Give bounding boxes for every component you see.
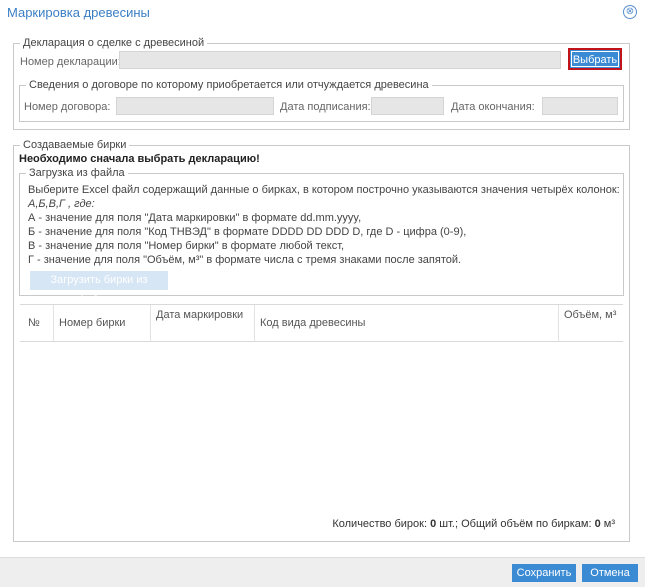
column-header-tag-number[interactable]: Номер бирки xyxy=(54,305,151,341)
tag-count-label: Количество бирок: xyxy=(332,518,428,530)
select-declaration-label: Выбрать xyxy=(571,51,619,67)
tag-count-unit: шт.; xyxy=(439,518,459,530)
declaration-number-label: Номер декларации: xyxy=(20,56,121,68)
select-declaration-warning: Необходимо сначала выбрать декларацию! xyxy=(19,153,260,165)
upload-instruction-line: А,Б,В,Г , где: xyxy=(28,198,95,210)
column-header-volume[interactable]: Объём, м³ xyxy=(559,305,623,341)
contract-legend: Сведения о договоре по которому приобрет… xyxy=(29,79,429,91)
upload-instruction-line: В - значение для поля "Номер бирки" в фо… xyxy=(28,240,345,252)
upload-instruction-line: Б - значение для поля "Код ТНВЭД" в форм… xyxy=(28,226,467,238)
close-icon[interactable]: ⊗ xyxy=(623,5,637,19)
timber-marking-dialog: Маркировка древесины ⊗ Декларация о сдел… xyxy=(0,0,645,587)
upload-tags-button[interactable]: Загрузить бирки из файла... xyxy=(30,271,168,305)
upload-instruction-line: Выберите Excel файл содержащий данные о … xyxy=(28,184,620,196)
dialog-titlebar: Маркировка древесины ⊗ xyxy=(0,0,645,26)
tags-summary: Количество бирок: 0 шт.; Общий объём по … xyxy=(332,518,615,530)
tags-legend: Создаваемые бирки xyxy=(23,139,127,151)
save-button[interactable]: Сохранить xyxy=(512,564,576,582)
column-header-number[interactable]: № xyxy=(20,305,54,341)
total-volume-label: Общий объём по биркам: xyxy=(461,518,592,530)
cancel-button[interactable]: Отмена xyxy=(582,564,638,582)
select-declaration-button[interactable]: Выбрать xyxy=(568,48,622,70)
end-date-label: Дата окончания: xyxy=(451,101,535,113)
sign-date-label: Дата подписания: xyxy=(280,101,371,113)
contract-number-field[interactable] xyxy=(116,97,274,115)
upload-legend: Загрузка из файла xyxy=(29,167,125,179)
upload-instruction-line: А - значение для поля "Дата маркировки" … xyxy=(28,212,362,224)
column-header-marking-date[interactable]: Дата маркировки xyxy=(151,305,255,341)
tags-table: № Номер бирки Дата маркировки Код вида д… xyxy=(20,304,623,342)
total-volume-value: 0 xyxy=(594,518,601,530)
contract-number-label: Номер договора: xyxy=(24,101,111,113)
dialog-title: Маркировка древесины xyxy=(7,5,150,20)
upload-instruction-line: Г - значение для поля "Объём, м³" в форм… xyxy=(28,254,462,266)
declaration-legend: Декларация о сделке с древесиной xyxy=(23,37,205,49)
column-header-wood-code[interactable]: Код вида древесины xyxy=(255,305,559,341)
sign-date-field[interactable] xyxy=(371,97,444,115)
total-volume-unit: м³ xyxy=(603,518,615,530)
tag-count-value: 0 xyxy=(430,518,437,530)
declaration-number-field[interactable] xyxy=(119,51,561,69)
end-date-field[interactable] xyxy=(542,97,618,115)
